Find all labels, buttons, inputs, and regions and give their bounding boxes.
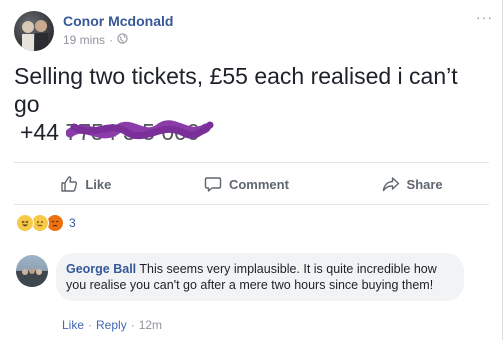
comment-reply-link[interactable]: Reply <box>96 318 127 332</box>
post-action-bar: Like Comment Share <box>14 168 489 200</box>
facebook-post: Conor Mcdonald 19 mins · ··· Selling two… <box>0 0 503 340</box>
comment-bubble-icon <box>204 175 222 193</box>
comment-like-link[interactable]: Like <box>62 318 84 332</box>
reactions-summary[interactable]: 3 <box>16 214 76 232</box>
like-button[interactable]: Like <box>60 175 111 193</box>
globe-icon <box>117 33 128 47</box>
divider-bottom <box>14 204 489 205</box>
phone-prefix: +44 <box>20 119 60 145</box>
reaction-count[interactable]: 3 <box>69 216 76 230</box>
meta-separator: · <box>109 33 114 47</box>
haha-reaction-icon <box>16 214 34 232</box>
redaction-scribble <box>66 120 214 140</box>
commenter-avatar[interactable] <box>16 255 48 287</box>
author-avatar[interactable] <box>14 11 54 51</box>
post-author-name[interactable]: Conor Mcdonald <box>63 13 173 29</box>
comment-author-name[interactable]: George Ball <box>66 262 136 276</box>
post-meta: 19 mins · <box>63 33 128 47</box>
post-body-text: Selling two tickets, £55 each realised i… <box>14 63 458 117</box>
comment-separator-2: · <box>130 318 135 332</box>
like-label: Like <box>85 176 112 192</box>
comment-footer: Like · Reply · 12m <box>62 318 162 332</box>
comment-bubble: George Ball This seems very implausible.… <box>56 253 464 301</box>
comment-button[interactable]: Comment <box>204 175 289 193</box>
post-timestamp[interactable]: 19 mins <box>63 33 105 47</box>
more-options-icon[interactable]: ··· <box>476 9 493 25</box>
share-label: Share <box>406 176 443 192</box>
share-button[interactable]: Share <box>382 175 443 193</box>
share-arrow-icon <box>382 175 400 193</box>
comment-separator: · <box>88 318 93 332</box>
comment-timestamp[interactable]: 12m <box>139 318 162 332</box>
comment-label: Comment <box>228 176 289 192</box>
thumbs-up-icon <box>60 175 78 193</box>
divider-top <box>14 162 489 163</box>
